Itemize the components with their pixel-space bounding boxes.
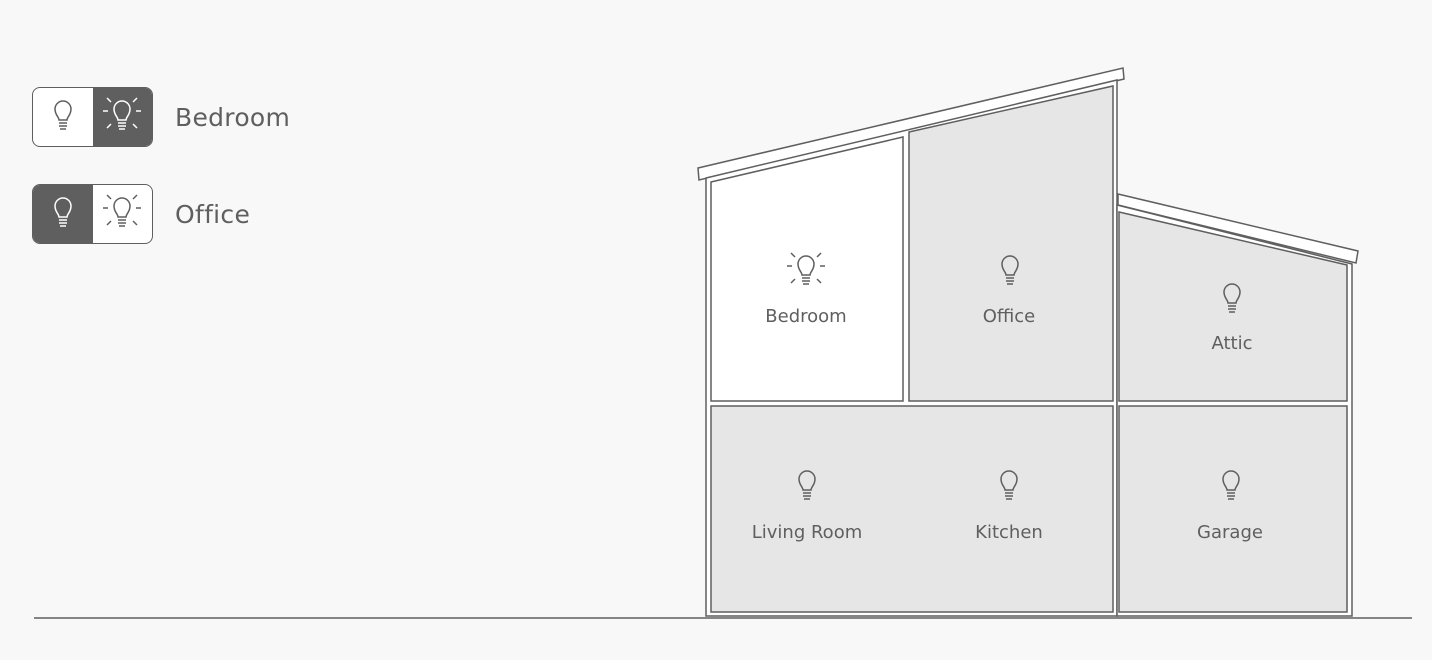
room-label-bedroom: Bedroom [765, 306, 846, 327]
house-diagram: Bedroom Office Attic Living Room Kitchen… [34, 67, 1412, 619]
room-garage[interactable]: Garage [1118, 405, 1348, 613]
room-label-kitchen: Kitchen [975, 522, 1043, 543]
room-living-kitchen: Living Room Kitchen [710, 405, 1114, 613]
room-label-living-room: Living Room [752, 522, 863, 543]
room-living-kitchen-area[interactable] [710, 405, 1114, 613]
room-bedroom-area[interactable] [710, 136, 904, 402]
room-bedroom[interactable]: Bedroom [710, 136, 904, 402]
room-office[interactable]: Office [908, 85, 1114, 402]
room-label-attic: Attic [1211, 333, 1252, 354]
room-office-area[interactable] [908, 85, 1114, 402]
room-garage-area[interactable] [1118, 405, 1348, 613]
room-label-garage: Garage [1197, 522, 1263, 543]
room-label-office: Office [983, 306, 1036, 327]
